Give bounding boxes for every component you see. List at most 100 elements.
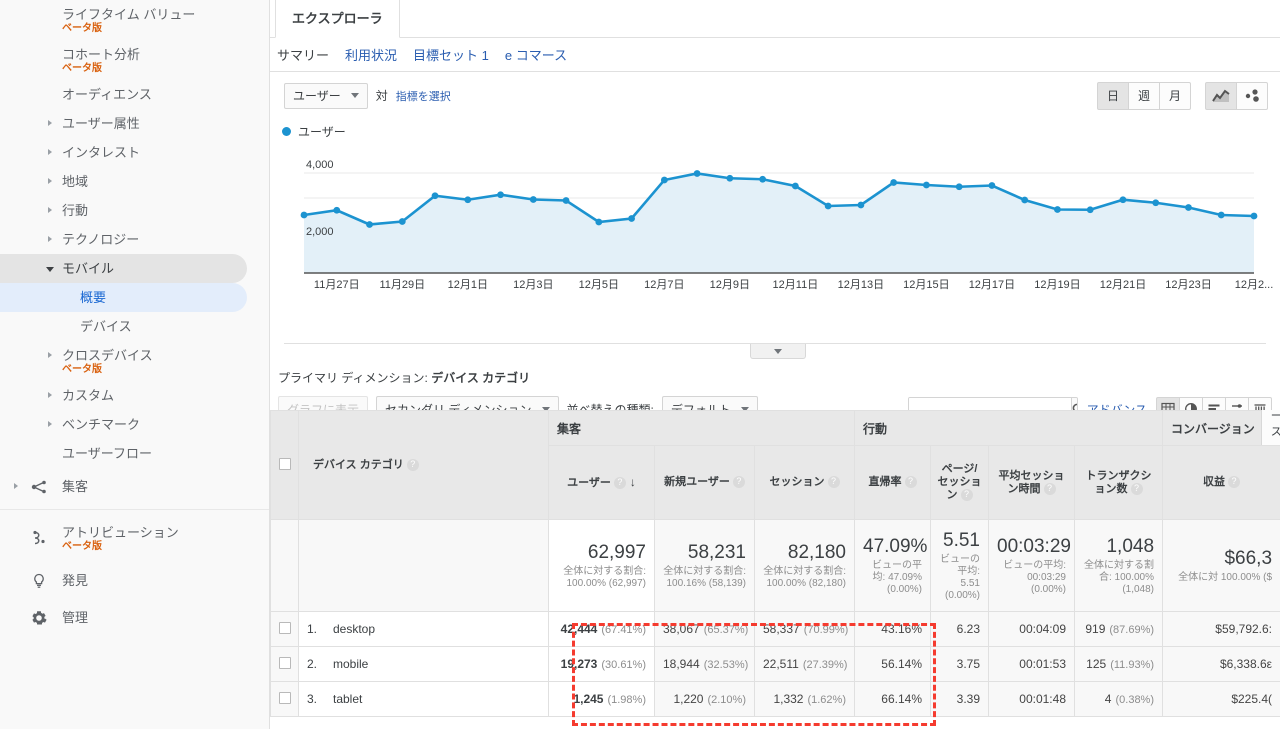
chart-point[interactable] (431, 192, 439, 200)
column-header-new-users[interactable]: 新規ユーザー? (654, 445, 755, 520)
sidebar-item-user-flow[interactable]: ユーザーフロー (0, 439, 269, 468)
chart-point[interactable] (1250, 212, 1258, 220)
chart-point[interactable] (1217, 211, 1225, 219)
row-checkbox[interactable] (278, 656, 291, 669)
chart-point[interactable] (595, 218, 603, 226)
sidebar-item-mobile-overview[interactable]: 概要 (0, 283, 247, 312)
row-checkbox[interactable] (278, 691, 291, 704)
subtab-ecommerce[interactable]: e コマース (505, 45, 567, 64)
row-label[interactable]: desktop (333, 622, 375, 636)
help-icon[interactable]: ? (904, 476, 917, 489)
chart-point[interactable] (660, 176, 668, 184)
help-icon[interactable]: ? (960, 489, 973, 502)
granularity-day[interactable]: 日 (1097, 81, 1129, 110)
sidebar-item-user-attributes[interactable]: ユーザー属性 (0, 109, 269, 138)
column-header-label: 直帰率 (868, 476, 902, 488)
chart-point[interactable] (497, 191, 504, 199)
sidebar-item-behavior[interactable]: 行動 (0, 196, 269, 225)
table-row[interactable]: 2. mobile 19,273 (30.61%) 18,944 (32.53%) 22,5… (270, 646, 1280, 682)
column-header-bounce-rate[interactable]: 直帰率? (854, 445, 931, 520)
chart-point[interactable] (628, 215, 635, 222)
chart-point[interactable] (529, 196, 537, 203)
chart-point[interactable] (791, 182, 799, 190)
subtab-goal-set-1[interactable]: 目標セット 1 (413, 45, 489, 64)
chart-point[interactable] (366, 221, 373, 228)
chart-point[interactable] (1185, 204, 1192, 211)
sidebar-item-mobile-devices[interactable]: デバイス (0, 312, 269, 341)
sidebar-item-interests[interactable]: インタレスト (0, 138, 269, 167)
select-metric-link[interactable]: 指標を選択 (396, 88, 451, 104)
sidebar-item-label: モバイル (62, 261, 115, 276)
chart-point[interactable] (857, 201, 865, 209)
primary-dimension-value[interactable]: デバイス カテゴリ (431, 371, 530, 385)
chart-expand-handle[interactable] (750, 344, 806, 359)
row-label[interactable]: tablet (333, 692, 362, 706)
sidebar-item-audience[interactable]: オーディエンス (0, 80, 269, 109)
granularity-week[interactable]: 週 (1128, 81, 1160, 110)
motion-chart-button[interactable] (1236, 81, 1268, 110)
primary-metric-select[interactable]: ユーザー (284, 82, 368, 109)
sidebar-item-benchmark[interactable]: ベンチマーク (0, 410, 269, 439)
help-icon[interactable]: ? (1130, 482, 1143, 495)
help-icon[interactable]: ? (406, 458, 419, 471)
help-icon[interactable]: ? (1043, 482, 1056, 495)
chart-point[interactable] (300, 211, 308, 219)
sidebar-item-discover[interactable]: 発見 (0, 562, 269, 599)
ecommerce-tab[interactable]: e コマース (1260, 410, 1280, 445)
column-header-sessions[interactable]: セッション? (754, 445, 855, 520)
sidebar-item-technology[interactable]: テクノロジー (0, 225, 269, 254)
chart-point[interactable] (333, 206, 341, 214)
table-row[interactable]: 3. tablet 1,245 (1.98%) 1,220 (2.10%) 1,332 (1.… (270, 681, 1280, 717)
help-icon[interactable]: ? (613, 476, 626, 489)
chart-point[interactable] (988, 182, 996, 189)
legend-dot-icon (282, 126, 291, 136)
select-all-checkbox[interactable] (278, 457, 291, 470)
chart-point[interactable] (693, 170, 701, 177)
chart-point[interactable] (464, 196, 472, 204)
column-header-pages-per-session[interactable]: ページ/セッション? (930, 445, 989, 520)
subtab-summary[interactable]: サマリー (277, 45, 329, 64)
sidebar-item-acquisition[interactable]: 集客 (0, 468, 269, 505)
help-icon[interactable]: ? (1228, 476, 1241, 489)
sidebar-item-lifetime-value[interactable]: ライフタイム バリュー ベータ版 (0, 0, 269, 40)
column-header-revenue[interactable]: 収益? (1162, 445, 1280, 520)
sort-desc-icon[interactable]: ↓ (630, 475, 636, 489)
dimension-header[interactable]: デバイス カテゴリ? (298, 410, 549, 520)
table-rows-body: 1. desktop 42,444 (67.41%) 38,067 (65.37%) 58,… (270, 611, 1280, 717)
column-header-avg-session-duration[interactable]: 平均セッション時間? (988, 445, 1075, 520)
chart-point[interactable] (955, 183, 963, 191)
chart-point[interactable] (398, 218, 406, 225)
sidebar-item-cross-device[interactable]: クロスデバイス ベータ版 (0, 341, 269, 381)
chart-point[interactable] (923, 181, 930, 189)
x-tick-label: 11月27日 (314, 279, 360, 291)
line-chart-button[interactable] (1205, 81, 1237, 110)
chart-point[interactable] (1119, 196, 1127, 204)
row-checkbox[interactable] (278, 621, 291, 634)
chart-point[interactable] (1152, 199, 1160, 207)
chart-point[interactable] (1086, 206, 1094, 214)
chart-point[interactable] (1054, 206, 1061, 213)
row-label[interactable]: mobile (333, 657, 368, 671)
help-icon[interactable]: ? (827, 476, 840, 489)
chart-point[interactable] (759, 175, 767, 183)
table-row[interactable]: 1. desktop 42,444 (67.41%) 38,067 (65.37%) 58,… (270, 611, 1280, 647)
sidebar-item-geo[interactable]: 地域 (0, 167, 269, 196)
granularity-month[interactable]: 月 (1159, 81, 1191, 110)
help-icon[interactable]: ? (732, 476, 745, 489)
chart-point[interactable] (726, 174, 734, 182)
column-header-transactions[interactable]: トランザクション数? (1073, 445, 1164, 520)
chart-point[interactable] (562, 197, 570, 204)
data-table-scroll[interactable]: デバイス カテゴリ? 集客 行動 コンバージョン e コマース (270, 410, 1280, 729)
sidebar-item-attribution[interactable]: アトリビューション ベータ版 (0, 514, 269, 562)
chart-point[interactable] (824, 202, 832, 210)
chart-point[interactable] (890, 179, 898, 186)
cell-avg-session-duration: 00:01:53 (988, 646, 1075, 682)
sidebar-item-cohort-analysis[interactable]: コホート分析 ベータ版 (0, 40, 269, 80)
tab-explorer[interactable]: エクスプローラ (275, 0, 400, 38)
chart-point[interactable] (1021, 196, 1029, 204)
sidebar-item-admin[interactable]: 管理 (0, 599, 269, 636)
column-header-users[interactable]: ユーザー? ↓ (548, 445, 655, 520)
sidebar-item-custom[interactable]: カスタム (0, 381, 269, 410)
sidebar-item-mobile[interactable]: モバイル (0, 254, 247, 283)
subtab-usage[interactable]: 利用状況 (345, 45, 397, 64)
